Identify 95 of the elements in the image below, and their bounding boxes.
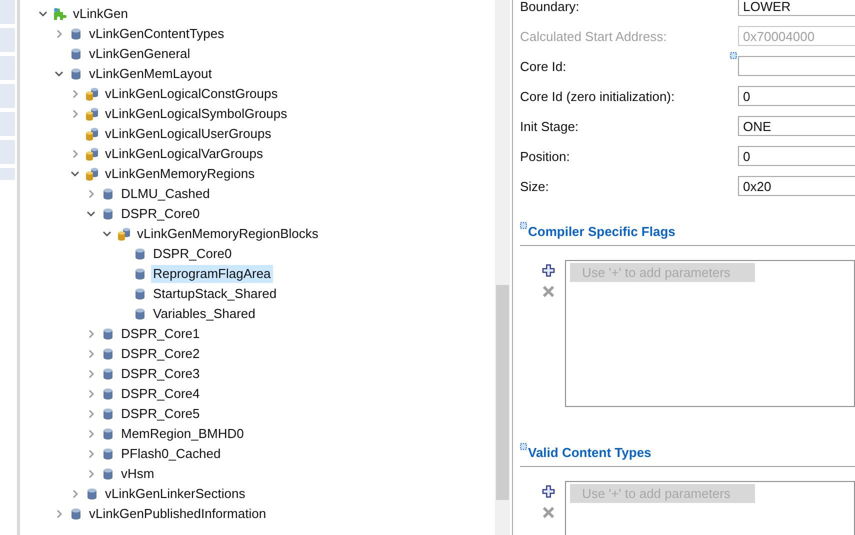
field-label: Boundary: (520, 0, 580, 14)
expand-chevron-icon[interactable] (86, 329, 96, 339)
cylinder-icon (133, 267, 147, 281)
add-icon[interactable] (542, 485, 555, 498)
cylinder-icon (101, 447, 115, 461)
tree-item[interactable]: vLinkGenLogicalUserGroups (103, 125, 274, 143)
delete-icon[interactable] (542, 285, 555, 298)
expand-chevron-icon[interactable] (70, 109, 80, 119)
delete-icon[interactable] (542, 506, 555, 519)
section-title: Compiler Specific Flags (528, 224, 676, 239)
text-field[interactable]: ONE (738, 116, 855, 136)
cylinder-icon (133, 247, 147, 261)
field-label: Core Id: (520, 58, 568, 74)
expand-chevron-icon[interactable] (86, 409, 96, 419)
text-field[interactable]: 0 (738, 146, 855, 166)
field-label: Position: (520, 148, 571, 164)
cylinder-icon (101, 407, 115, 421)
tree-item[interactable]: StartupStack_Shared (151, 285, 279, 303)
stacked-cylinders-icon (85, 87, 99, 101)
tree-item[interactable]: ReprogramFlagArea (151, 265, 273, 283)
scrollbar-thumb[interactable] (496, 285, 509, 500)
expand-chevron-icon[interactable] (86, 429, 96, 439)
tree-item[interactable]: vLinkGenLogicalVarGroups (103, 145, 266, 163)
puzzle-piece-icon (53, 7, 67, 21)
decoration-icon (520, 222, 527, 229)
expand-chevron-icon[interactable] (70, 89, 80, 99)
collapse-chevron-icon[interactable] (102, 229, 112, 239)
scrollbar[interactable] (495, 0, 510, 535)
field-label: Core Id (zero initialization): (520, 88, 676, 104)
expand-chevron-icon[interactable] (86, 449, 96, 459)
decoration-icon (520, 443, 527, 450)
expand-chevron-icon[interactable] (86, 389, 96, 399)
cylinder-icon (69, 67, 83, 81)
tree-item[interactable]: vLinkGenLinkerSections (103, 485, 248, 503)
tree-item[interactable]: vLinkGenLogicalSymbolGroups (103, 105, 290, 123)
tree-item[interactable]: vLinkGenMemLayout (87, 65, 214, 83)
tree-item[interactable]: vLinkGenPublishedInformation (87, 505, 268, 523)
tree-item[interactable]: DLMU_Cashed (119, 185, 212, 203)
collapse-chevron-icon[interactable] (86, 209, 96, 219)
expand-chevron-icon[interactable] (86, 349, 96, 359)
tree-item[interactable]: vLinkGen (71, 5, 130, 23)
tree-item[interactable]: vLinkGenLogicalConstGroups (103, 85, 280, 103)
tree-item[interactable]: DSPR_Core3 (119, 365, 202, 383)
stacked-cylinders-icon (85, 147, 99, 161)
cylinder-icon (101, 467, 115, 481)
expand-chevron-icon[interactable] (86, 369, 96, 379)
tree-item[interactable]: PFlash0_Cached (119, 445, 223, 463)
cylinder-icon (133, 287, 147, 301)
add-icon[interactable] (542, 264, 555, 277)
tree-item[interactable]: vLinkGenMemoryRegionBlocks (135, 225, 320, 243)
text-field[interactable] (738, 56, 855, 76)
cylinder-icon (133, 307, 147, 321)
text-field[interactable]: 0x20 (738, 176, 855, 196)
cylinder-icon (69, 507, 83, 521)
stacked-cylinders-icon (85, 127, 99, 141)
tree-item[interactable]: Variables_Shared (151, 305, 258, 323)
tree-item[interactable]: DSPR_Core0 (119, 205, 202, 223)
tree-item[interactable]: vHsm (119, 465, 156, 483)
cylinder-icon (69, 47, 83, 61)
collapse-chevron-icon[interactable] (38, 9, 48, 19)
field-label: Init Stage: (520, 118, 580, 134)
tree-item[interactable]: DSPR_Core0 (151, 245, 234, 263)
expand-chevron-icon[interactable] (54, 509, 64, 519)
expand-chevron-icon[interactable] (70, 149, 80, 159)
expand-chevron-icon[interactable] (86, 469, 96, 479)
tree-item[interactable]: DSPR_Core4 (119, 385, 202, 403)
text-field[interactable]: 0 (738, 86, 855, 106)
expand-chevron-icon[interactable] (54, 29, 64, 39)
stacked-cylinders-icon (85, 167, 99, 181)
expand-chevron-icon[interactable] (70, 489, 80, 499)
cylinder-icon (85, 487, 99, 501)
field-label: Size: (520, 178, 550, 194)
field-label: Calculated Start Address: (520, 28, 668, 44)
cylinder-icon (101, 327, 115, 341)
tree-item[interactable]: vLinkGenGeneral (87, 45, 192, 63)
tree-item[interactable]: MemRegion_BMHD0 (119, 425, 246, 443)
collapse-chevron-icon[interactable] (70, 169, 80, 179)
expand-chevron-icon[interactable] (86, 189, 96, 199)
cylinder-icon (101, 347, 115, 361)
stacked-cylinders-icon (85, 107, 99, 121)
text-field[interactable]: LOWER (738, 0, 855, 16)
tree-item[interactable]: DSPR_Core1 (119, 325, 202, 343)
tree-item[interactable]: DSPR_Core2 (119, 345, 202, 363)
cylinder-icon (101, 187, 115, 201)
collapse-chevron-icon[interactable] (54, 69, 64, 79)
stacked-cylinders-icon (117, 227, 131, 241)
tree-item[interactable]: DSPR_Core5 (119, 405, 202, 423)
cylinder-icon (101, 207, 115, 221)
tree-item[interactable]: vLinkGenMemoryRegions (103, 165, 257, 183)
section-title: Valid Content Types (528, 445, 652, 460)
tree-item[interactable]: vLinkGenContentTypes (87, 25, 226, 43)
cylinder-icon (101, 387, 115, 401)
cylinder-icon (101, 367, 115, 381)
cylinder-icon (69, 27, 83, 41)
cylinder-icon (101, 427, 115, 441)
